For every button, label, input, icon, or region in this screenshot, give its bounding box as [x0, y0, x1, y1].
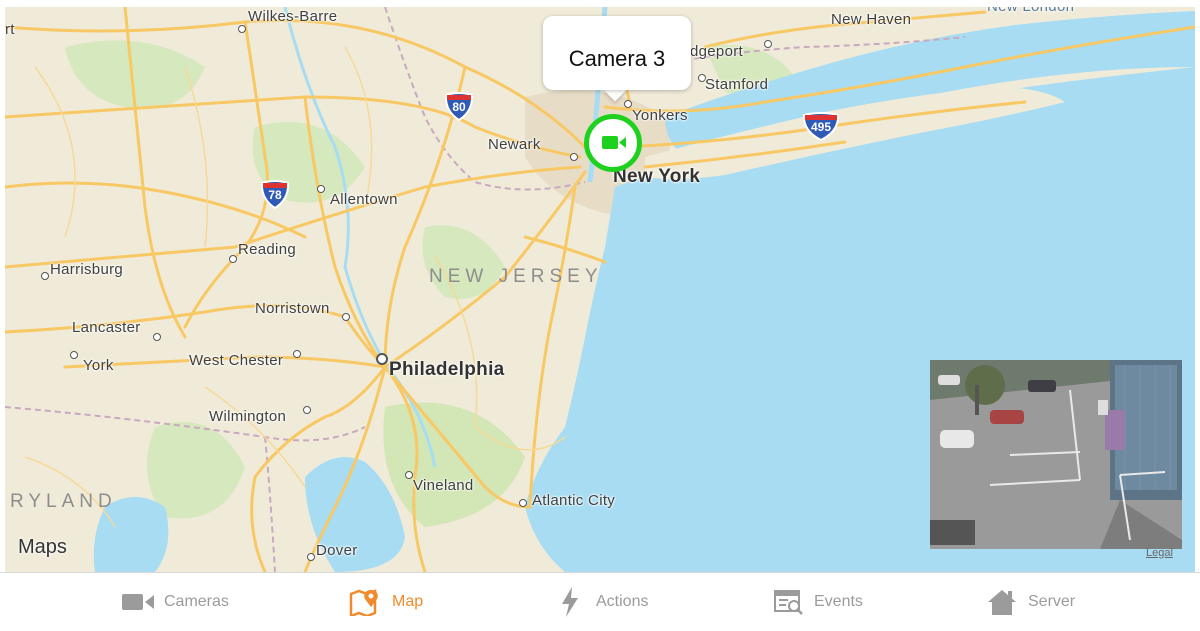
city-label-stamford: Stamford	[705, 76, 769, 93]
tab-server[interactable]: Server	[984, 573, 1075, 631]
lightning-bolt-icon	[552, 587, 588, 617]
city-dot	[70, 351, 78, 359]
city-label-bridgeport: dgeport	[690, 43, 743, 60]
city-dot	[317, 185, 325, 193]
city-dot	[624, 100, 632, 108]
city-label-new-london: New London	[987, 7, 1074, 15]
city-dot	[293, 350, 301, 358]
tab-label: Map	[392, 593, 424, 610]
city-label-reading: Reading	[238, 241, 296, 258]
callout-label: Camera 3	[568, 46, 666, 71]
city-label-newark: Newark	[488, 136, 541, 153]
tab-label: Server	[1028, 593, 1076, 610]
city-dot	[229, 255, 237, 263]
city-label-atlantic-city: Atlantic City	[532, 492, 616, 509]
city-label-allentown: Allentown	[330, 191, 398, 208]
city-dot	[238, 25, 246, 33]
city-dot	[307, 553, 315, 561]
home-icon	[984, 588, 1020, 616]
city-dot	[764, 40, 772, 48]
city-dot	[41, 272, 49, 280]
map-pin-icon	[348, 588, 384, 616]
city-label-new-haven: New Haven	[831, 11, 912, 28]
city-label-wilmington: Wilmington	[209, 408, 287, 425]
interstate-80-label: 80	[452, 100, 466, 114]
city-dot	[570, 153, 578, 161]
interstate-78-label: 78	[268, 188, 282, 202]
tab-label: Actions	[596, 593, 649, 610]
city-dot	[519, 499, 527, 507]
maps-logo-label: Maps	[18, 536, 67, 558]
state-label-new-jersey: NEW JERSEY	[429, 266, 603, 287]
city-label-vineland: Vineland	[413, 477, 474, 494]
video-camera-icon	[602, 136, 626, 149]
tab-cameras[interactable]: Cameras	[120, 573, 229, 631]
interstate-78-shield-icon: 78	[260, 179, 290, 210]
interstate-495-shield-icon: 495	[802, 111, 840, 142]
interstate-495-label: 495	[810, 120, 832, 134]
city-dot	[303, 406, 311, 414]
city-label-york: York	[83, 357, 114, 374]
camera-pin[interactable]	[584, 114, 642, 172]
city-label-harrisburg: Harrisburg	[50, 261, 124, 278]
major-city-dot	[376, 353, 388, 365]
camera-preview-thumbnail[interactable]	[930, 360, 1182, 549]
legal-link[interactable]: Legal	[1146, 547, 1173, 559]
events-search-icon	[770, 588, 806, 616]
city-label-new-york: New York	[613, 166, 701, 187]
tab-events[interactable]: Events	[770, 573, 863, 631]
state-label-maryland: RYLAND	[10, 491, 117, 512]
city-label-norristown: Norristown	[255, 300, 330, 317]
city-dot	[153, 333, 161, 341]
interstate-80-shield-icon: 80	[444, 91, 474, 122]
city-dot	[405, 471, 413, 479]
city-label-west-chester: West Chester	[189, 352, 284, 369]
maps-logo: Maps	[18, 536, 67, 559]
city-label-left-edge: rt	[5, 21, 15, 38]
city-label-yonkers: Yonkers	[632, 107, 688, 124]
tab-actions[interactable]: Actions	[552, 573, 648, 631]
video-camera-icon	[120, 588, 156, 616]
city-label-philadelphia: Philadelphia	[389, 359, 505, 380]
tab-label: Events	[814, 593, 863, 610]
map-view[interactable]: 80 78 495 rt Wilkes-Barre New Haven dgep…	[5, 7, 1195, 572]
tab-label: Cameras	[164, 593, 229, 610]
city-label-lancaster: Lancaster	[72, 319, 141, 336]
camera-callout[interactable]: Camera 3	[543, 16, 693, 102]
city-label-dover: Dover	[316, 542, 358, 559]
city-dot	[342, 313, 350, 321]
camera-snapshot-image	[930, 360, 1182, 549]
tab-bar: Cameras Map Actions Events Server	[0, 572, 1200, 631]
tab-map[interactable]: Map	[348, 573, 423, 631]
city-label-wilkes-barre: Wilkes-Barre	[248, 8, 338, 25]
